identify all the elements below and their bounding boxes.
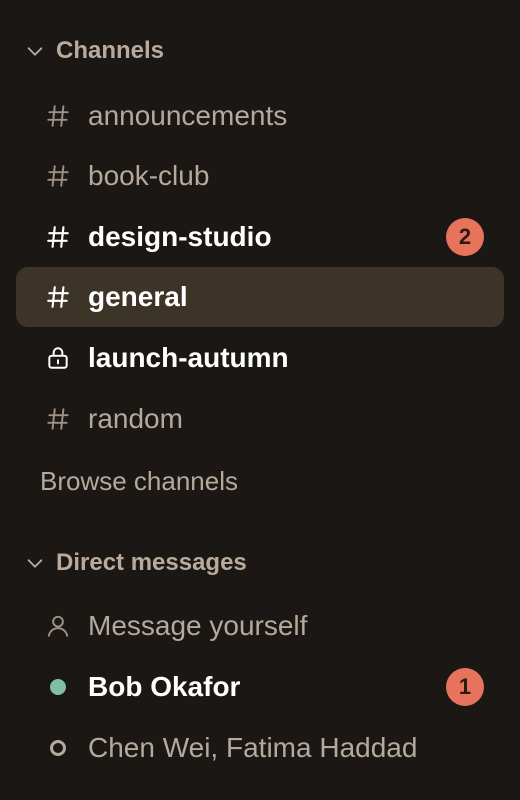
hash-icon	[44, 283, 72, 311]
channel-label: general	[88, 281, 188, 312]
chevron-down-icon	[27, 47, 43, 56]
dm-item-partial[interactable]	[16, 778, 504, 800]
channel-item-random[interactable]: random	[16, 389, 504, 449]
dm-item-chen-wei-fatima-haddad[interactable]: Chen Wei, Fatima Haddad	[16, 718, 504, 778]
channel-label: random	[88, 403, 183, 434]
unread-badge: 1	[446, 668, 484, 706]
direct-messages-header-label: Direct messages	[56, 549, 247, 576]
unread-badge: 2	[446, 218, 484, 256]
browse-channels-link[interactable]: Browse channels	[40, 461, 238, 501]
dm-item-message-yourself[interactable]: Message yourself	[16, 596, 504, 656]
channels-header-label: Channels	[56, 37, 165, 64]
lock-icon	[44, 344, 72, 372]
chevron-down-icon	[27, 559, 43, 568]
channels-section-header[interactable]: Channels	[24, 33, 164, 69]
channel-label: launch-autumn	[88, 342, 289, 373]
channel-item-design-studio[interactable]: design-studio 2	[16, 207, 504, 267]
user-icon	[44, 612, 72, 640]
direct-messages-section-header[interactable]: Direct messages	[24, 545, 247, 581]
status-dot-icon	[44, 734, 72, 762]
dm-label: Bob Okafor	[88, 671, 241, 702]
dm-label: Message yourself	[88, 610, 308, 641]
channel-item-launch-autumn[interactable]: launch-autumn	[16, 328, 504, 388]
channel-item-announcements[interactable]: announcements	[16, 86, 504, 146]
hash-icon	[44, 223, 72, 251]
channel-label: book-club	[88, 160, 210, 191]
hash-icon	[44, 405, 72, 433]
channel-item-general[interactable]: general	[16, 267, 504, 327]
hash-icon	[44, 102, 72, 130]
dm-label: Chen Wei, Fatima Haddad	[88, 732, 418, 763]
channel-item-book-club[interactable]: book-club	[16, 146, 504, 206]
dm-item-bob-okafor[interactable]: Bob Okafor 1	[16, 657, 504, 717]
status-dot-icon	[44, 673, 72, 701]
hash-icon	[44, 162, 72, 190]
channel-label: announcements	[88, 100, 288, 131]
channel-label: design-studio	[88, 221, 272, 252]
